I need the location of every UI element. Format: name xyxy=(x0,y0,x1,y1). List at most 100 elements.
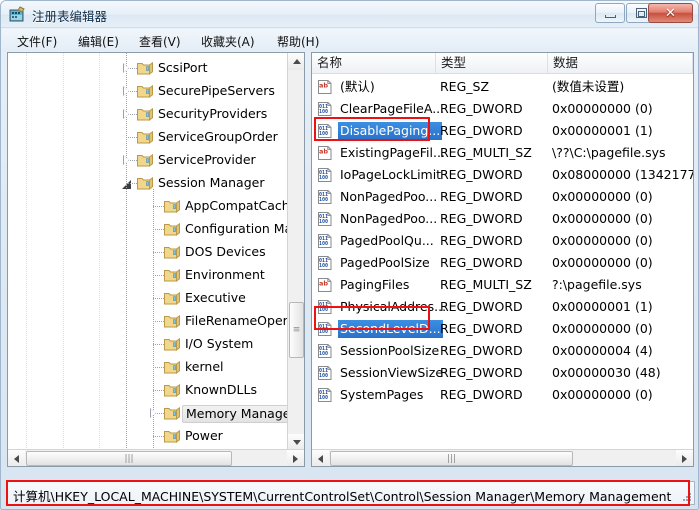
svg-text:100: 100 xyxy=(319,219,328,225)
table-row[interactable]: ab ExistingPageFil... REG_MULTI_SZ \??\C:\p… xyxy=(312,142,693,164)
close-icon: ✕ xyxy=(665,5,676,21)
tree-node-6[interactable]: AppCompatCache xyxy=(8,195,288,218)
tree-scroll-left-button[interactable] xyxy=(8,450,25,466)
table-row[interactable]: 011 100 PhysicalAddres... REG_DWORD 0x000000… xyxy=(312,296,693,318)
list-scroll-left-button[interactable] xyxy=(312,450,329,466)
menu-item-4[interactable]: 帮助(H) xyxy=(272,32,324,49)
tree-node-label: Memory Manageme xyxy=(182,405,288,423)
menu-item-1[interactable]: 编辑(E) xyxy=(73,32,124,49)
table-row[interactable]: ab PagingFiles REG_MULTI_SZ ?:\pagefile.sys xyxy=(312,274,693,296)
chevron-down-icon xyxy=(292,440,301,445)
list-scroll-right-button[interactable] xyxy=(676,450,693,466)
svg-text:100: 100 xyxy=(319,241,328,247)
dword-value-icon: 011 100 xyxy=(317,211,333,227)
table-row[interactable]: 011 100 DisablePaging... REG_DWORD 0x0000000… xyxy=(312,120,693,142)
table-row[interactable]: ab (默认) REG_SZ (数值未设置) xyxy=(312,76,693,98)
tree-vertical-scrollbar[interactable]: ≡ xyxy=(287,53,304,451)
svg-text:ab: ab xyxy=(319,148,328,156)
menu-item-0[interactable]: 文件(F) xyxy=(12,32,62,49)
table-row[interactable]: 011 100 SystemPages REG_DWORD 0x00000000 (0) xyxy=(312,384,693,406)
tree-scroll-right-button[interactable] xyxy=(287,450,304,466)
folder-icon xyxy=(137,84,153,98)
chevron-left-icon xyxy=(318,454,323,463)
tree-node-12[interactable]: I/O System xyxy=(8,333,288,356)
column-header-2[interactable]: 数据 xyxy=(548,53,693,73)
menu-item-2[interactable]: 查看(V) xyxy=(134,32,186,49)
resize-grip-icon[interactable] xyxy=(680,491,692,503)
value-data: 0x00000000 (0) xyxy=(552,321,653,336)
tree-node-2[interactable]: SecurityProviders xyxy=(8,103,288,126)
tree-scroll-up-button[interactable] xyxy=(288,53,304,70)
tree-node-5[interactable]: Session Manager xyxy=(8,172,288,195)
registry-tree-panel[interactable]: ScsiPort SecurePipeServers SecurityProvide… xyxy=(7,52,305,467)
value-type: REG_SZ xyxy=(440,79,490,94)
folder-icon xyxy=(164,429,180,443)
folder-icon xyxy=(137,107,153,121)
table-row[interactable]: 011 100 PagedPoolQu... REG_DWORD 0x00000000 … xyxy=(312,230,693,252)
tree-connector-line xyxy=(153,298,164,299)
tree-vertical-scroll-thumb[interactable]: ≡ xyxy=(289,302,304,358)
folder-icon xyxy=(164,291,180,305)
menu-bar: 文件(F) 编辑(E) 查看(V) 收藏夹(A) 帮助(H) xyxy=(2,29,697,51)
dword-value-icon: 011 100 xyxy=(317,365,333,381)
folder-icon xyxy=(164,199,180,213)
tree-node-7[interactable]: Configuration Mana xyxy=(8,218,288,241)
menu-item-3[interactable]: 收藏夹(A) xyxy=(196,32,260,49)
tree-node-14[interactable]: KnownDLLs xyxy=(8,379,288,402)
tree-node-10[interactable]: Executive xyxy=(8,287,288,310)
tree-connector-line xyxy=(63,53,64,451)
grip-icon: ≡ xyxy=(292,325,301,335)
value-type: REG_MULTI_SZ xyxy=(440,277,532,292)
table-row[interactable]: 011 100 SessionPoolSize REG_DWORD 0x00000004… xyxy=(312,340,693,362)
tree-node-label: KnownDLLs xyxy=(185,382,257,397)
list-horizontal-scrollbar[interactable]: ||| xyxy=(312,449,693,466)
tree-node-9[interactable]: Environment xyxy=(8,264,288,287)
tree-node-16[interactable]: Power xyxy=(8,425,288,448)
column-header-1[interactable]: 类型 xyxy=(436,53,548,73)
value-data: 0x00000000 (0) xyxy=(552,233,653,248)
tree-node-1[interactable]: SecurePipeServers xyxy=(8,80,288,103)
triangle-inner xyxy=(150,409,156,418)
value-name: SessionPoolSize xyxy=(340,343,440,358)
registry-values-panel[interactable]: 名称 类型 数据 ab (默认) REG_SZ (数值未设置) 011 100 ClearPag… xyxy=(311,52,694,467)
list-column-header[interactable]: 名称 类型 数据 xyxy=(312,53,693,74)
svg-text:100: 100 xyxy=(319,197,328,203)
minimize-button[interactable] xyxy=(595,3,625,23)
value-name: IoPageLockLimit xyxy=(340,167,442,182)
table-row[interactable]: 011 100 NonPagedPoo... REG_DWORD 0x00000000 … xyxy=(312,208,693,230)
table-row[interactable]: 011 100 SecondLevelD... REG_DWORD 0x00000000… xyxy=(312,318,693,340)
svg-text:100: 100 xyxy=(319,395,328,401)
tree-node-8[interactable]: DOS Devices xyxy=(8,241,288,264)
table-row[interactable]: 011 100 ClearPageFileA... REG_DWORD 0x000000… xyxy=(312,98,693,120)
triangle-inner xyxy=(123,87,129,96)
tree-node-label: Executive xyxy=(185,290,246,305)
window-title: 注册表编辑器 xyxy=(32,9,108,24)
tree-horizontal-scroll-thumb[interactable]: ||| xyxy=(26,451,232,466)
tree-node-15[interactable]: Memory Manageme xyxy=(8,402,288,425)
table-row[interactable]: 011 100 PagedPoolSize REG_DWORD 0x00000000 (… xyxy=(312,252,693,274)
value-data: 0x00000000 (0) xyxy=(552,255,653,270)
string-value-icon: ab xyxy=(317,145,333,161)
tree-node-11[interactable]: FileRenameOperatio xyxy=(8,310,288,333)
tree-node-label: I/O System xyxy=(185,336,254,351)
title-bar[interactable]: 注册表编辑器 ✕ xyxy=(1,1,698,28)
tree-node-3[interactable]: ServiceGroupOrder xyxy=(8,126,288,149)
table-row[interactable]: 011 100 IoPageLockLimit REG_DWORD 0x08000000… xyxy=(312,164,693,186)
tree-connector-line xyxy=(26,53,27,451)
status-bar: 计算机\HKEY_LOCAL_MACHINE\SYSTEM\CurrentCon… xyxy=(6,481,695,505)
tree-node-4[interactable]: ServiceProvider xyxy=(8,149,288,172)
tree-horizontal-scrollbar[interactable]: ||| xyxy=(8,449,304,466)
value-data: 0x08000000 (13421772 xyxy=(552,167,694,182)
tree-node-13[interactable]: kernel xyxy=(8,356,288,379)
svg-text:100: 100 xyxy=(319,109,328,115)
tree-node-0[interactable]: ScsiPort xyxy=(8,57,288,80)
svg-text:100: 100 xyxy=(319,329,328,335)
table-row[interactable]: 011 100 SessionViewSize REG_DWORD 0x00000030… xyxy=(312,362,693,384)
table-row[interactable]: 011 100 NonPagedPoo... REG_DWORD 0x00000000 … xyxy=(312,186,693,208)
list-horizontal-scroll-thumb[interactable]: ||| xyxy=(330,451,573,466)
close-button[interactable]: ✕ xyxy=(648,3,693,23)
dword-value-icon: 011 100 xyxy=(317,299,333,315)
column-header-0[interactable]: 名称 xyxy=(312,53,436,73)
value-data: 0x00000000 (0) xyxy=(552,101,653,116)
value-data: 0x00000001 (1) xyxy=(552,123,653,138)
